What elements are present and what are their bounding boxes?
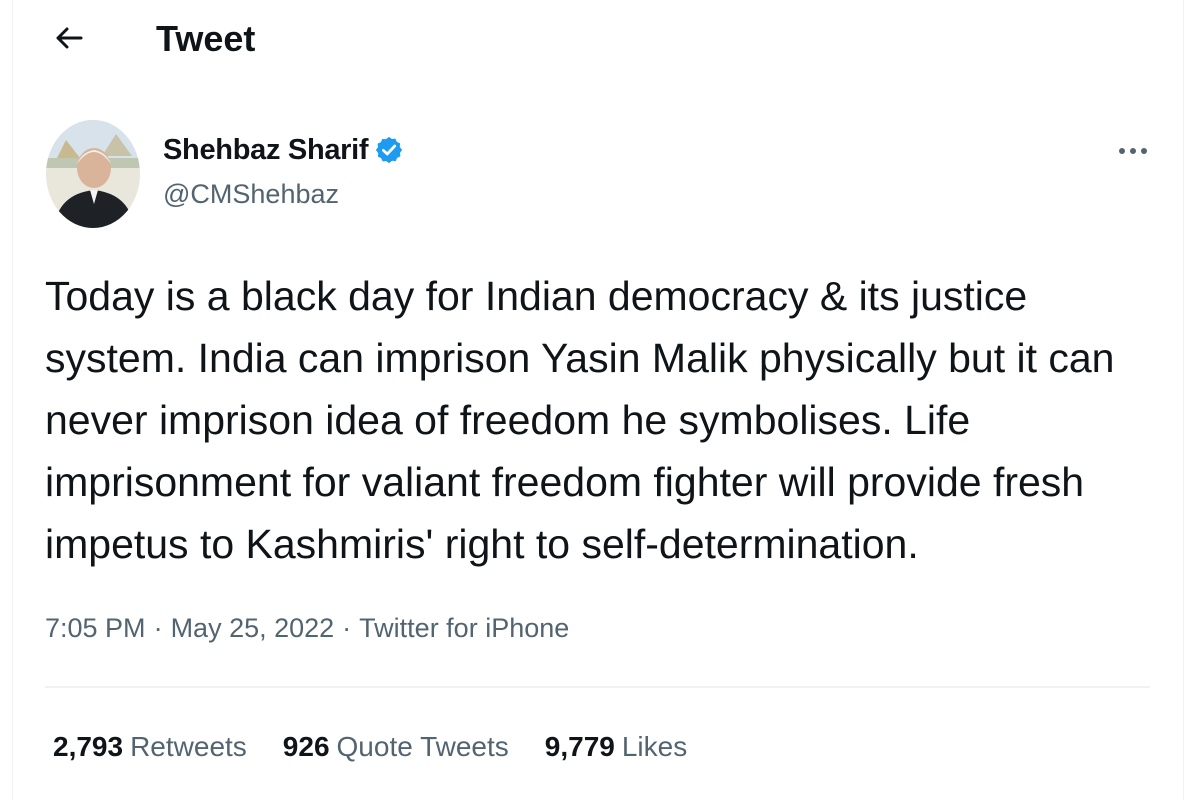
page-title: Tweet xyxy=(156,18,256,59)
retweets-label: Retweets xyxy=(130,731,247,762)
tweet-detail-view: Tweet Shehbaz Sharif @CMShehbaz Today is… xyxy=(12,0,1184,800)
retweets-count: 2,793 xyxy=(53,731,124,762)
user-handle[interactable]: @CMShehbaz xyxy=(163,174,404,214)
quote-tweets-stat[interactable]: 926 Quote Tweets xyxy=(283,725,509,769)
arrow-left-icon xyxy=(56,27,83,49)
author-block: Shehbaz Sharif @CMShehbaz xyxy=(163,128,404,214)
quote-tweets-label: Quote Tweets xyxy=(336,731,509,762)
engagement-stats: 2,793 Retweets 926 Quote Tweets 9,779 Likes xyxy=(53,725,723,769)
tweet-text: Today is a black day for Indian democrac… xyxy=(45,273,1115,567)
quote-tweets-count: 926 xyxy=(282,731,330,762)
tweet-date[interactable]: May 25, 2022 xyxy=(171,608,335,648)
meta-separator: · xyxy=(153,613,163,643)
verified-badge-icon xyxy=(374,135,404,165)
retweets-stat[interactable]: 2,793 Retweets xyxy=(53,725,247,769)
display-name[interactable]: Shehbaz Sharif xyxy=(163,128,369,172)
tweet-source[interactable]: Twitter for iPhone xyxy=(359,608,569,648)
avatar[interactable] xyxy=(46,120,140,228)
likes-count: 9,779 xyxy=(544,731,615,762)
more-options-button[interactable] xyxy=(1111,136,1155,166)
tweet-time[interactable]: 7:05 PM xyxy=(45,608,146,648)
display-name-row: Shehbaz Sharif xyxy=(163,128,404,172)
tweet-meta: 7:05 PM · May 25, 2022 · Twitter for iPh… xyxy=(45,608,569,648)
meta-separator: · xyxy=(342,613,352,643)
back-button[interactable] xyxy=(49,18,89,58)
more-horizontal-icon xyxy=(1119,148,1147,154)
top-bar: Tweet xyxy=(13,0,1183,80)
likes-label: Likes xyxy=(621,731,688,762)
likes-stat[interactable]: 9,779 Likes xyxy=(545,725,687,769)
divider xyxy=(45,686,1150,688)
